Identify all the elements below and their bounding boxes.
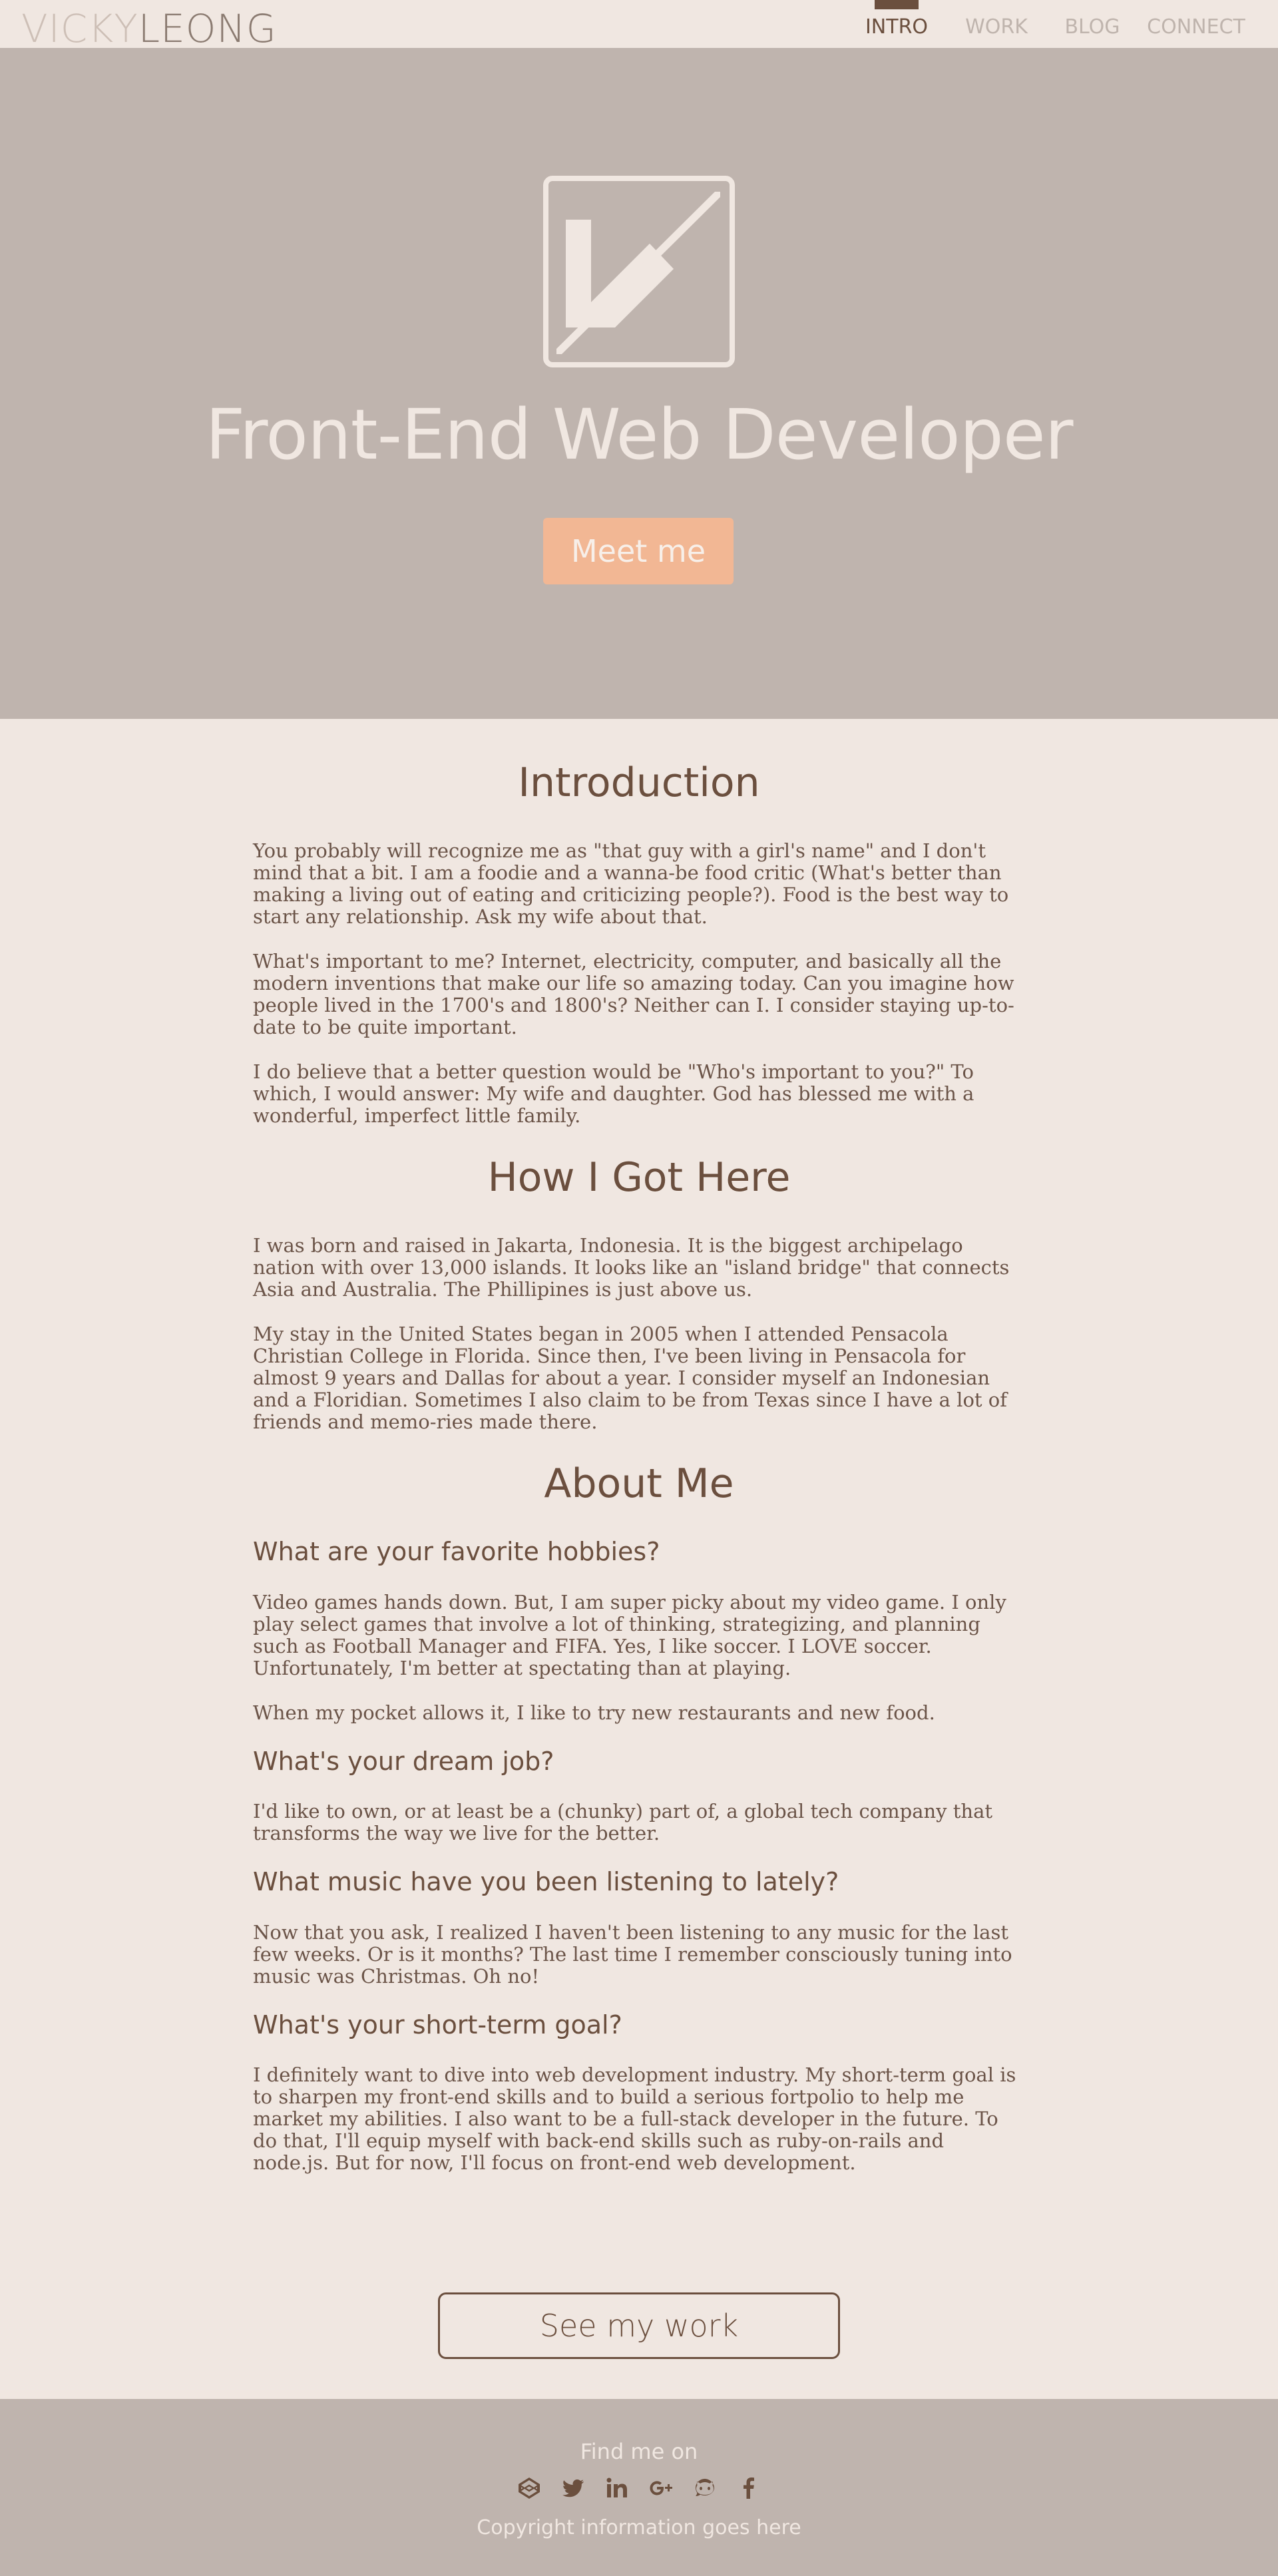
intro-paragraph: I do believe that a better question woul… bbox=[253, 1060, 974, 1127]
main-nav: INTRO WORK BLOG CONNECT bbox=[860, 0, 1251, 48]
copyright-text: Copyright information goes here bbox=[477, 2516, 801, 2539]
linkedin-icon[interactable] bbox=[604, 2473, 630, 2503]
find-me-label: Find me on bbox=[580, 2439, 698, 2464]
site-footer: Find me on Copyright information goes he… bbox=[0, 2399, 1278, 2576]
about-me-section: About Me What are your favorite hobbies?… bbox=[253, 1460, 1025, 2174]
vl-logo-icon bbox=[543, 176, 735, 367]
how-i-got-here-heading: How I Got Here bbox=[487, 1154, 791, 1201]
qa-item: What are your favorite hobbies? Video ga… bbox=[253, 1537, 1025, 1724]
qa-item: What's your short-term goal? I definitel… bbox=[253, 2010, 1025, 2175]
hero-title: Front-End Web Developer bbox=[205, 394, 1074, 475]
hero-section: Front-End Web Developer Meet me bbox=[0, 48, 1278, 719]
qa-question: What's your dream job? bbox=[253, 1746, 554, 1776]
codepen-icon[interactable] bbox=[517, 2473, 542, 2503]
about-me-heading: About Me bbox=[544, 1460, 734, 1507]
intro-paragraph: What's important to me? Internet, electr… bbox=[253, 950, 1014, 1038]
introduction-section: Introduction You probably will recognize… bbox=[253, 759, 1025, 1127]
qa-answer: Now that you ask, I realized I haven't b… bbox=[253, 1920, 1012, 1988]
nav-item-intro[interactable]: INTRO bbox=[860, 0, 933, 48]
qa-question: What's your short-term goal? bbox=[253, 2010, 622, 2039]
see-my-work-button[interactable]: See my work bbox=[438, 2292, 840, 2359]
introduction-heading: Introduction bbox=[518, 759, 760, 806]
logo-last-name: LEONG bbox=[138, 6, 277, 51]
logo-first-name: VICKY bbox=[21, 6, 138, 51]
qa-answer: When my pocket allows it, I like to try … bbox=[253, 1701, 935, 1724]
intro-paragraph: You probably will recognize me as "that … bbox=[253, 839, 1009, 928]
nav-item-blog[interactable]: BLOG bbox=[1050, 0, 1134, 48]
twitter-icon[interactable] bbox=[560, 2473, 586, 2503]
google-plus-icon[interactable] bbox=[648, 2473, 674, 2503]
qa-question: What music have you been listening to la… bbox=[253, 1867, 839, 1897]
how-i-got-here-section: How I Got Here I was born and raised in … bbox=[253, 1154, 1025, 1433]
qa-item: What music have you been listening to la… bbox=[253, 1867, 1025, 1988]
meet-me-button[interactable]: Meet me bbox=[543, 518, 734, 584]
qa-answer: I'd like to own, or at least be a (chunk… bbox=[253, 1800, 993, 1845]
qa-item: What's your dream job? I'd like to own, … bbox=[253, 1747, 1025, 1845]
nav-item-connect[interactable]: CONNECT bbox=[1141, 0, 1251, 48]
qa-question: What are your favorite hobbies? bbox=[253, 1537, 660, 1566]
how-paragraph: My stay in the United States began in 20… bbox=[253, 1323, 1007, 1433]
see-my-work-wrapper: See my work bbox=[0, 2292, 1278, 2359]
qa-answer: I definitely want to dive into web devel… bbox=[253, 2063, 1016, 2175]
facebook-icon[interactable] bbox=[736, 2473, 761, 2503]
site-logo[interactable]: VICKYLEONG bbox=[21, 9, 277, 48]
qa-answer: Video games hands down. But, I am super … bbox=[253, 1590, 1006, 1679]
social-links bbox=[0, 2473, 1278, 2503]
nav-item-work[interactable]: WORK bbox=[953, 0, 1040, 48]
main-content: Introduction You probably will recognize… bbox=[0, 719, 1278, 2197]
how-paragraph: I was born and raised in Jakarta, Indone… bbox=[253, 1234, 1010, 1301]
site-header: VICKYLEONG INTRO WORK BLOG CONNECT bbox=[0, 0, 1278, 48]
github-icon[interactable] bbox=[692, 2473, 718, 2503]
